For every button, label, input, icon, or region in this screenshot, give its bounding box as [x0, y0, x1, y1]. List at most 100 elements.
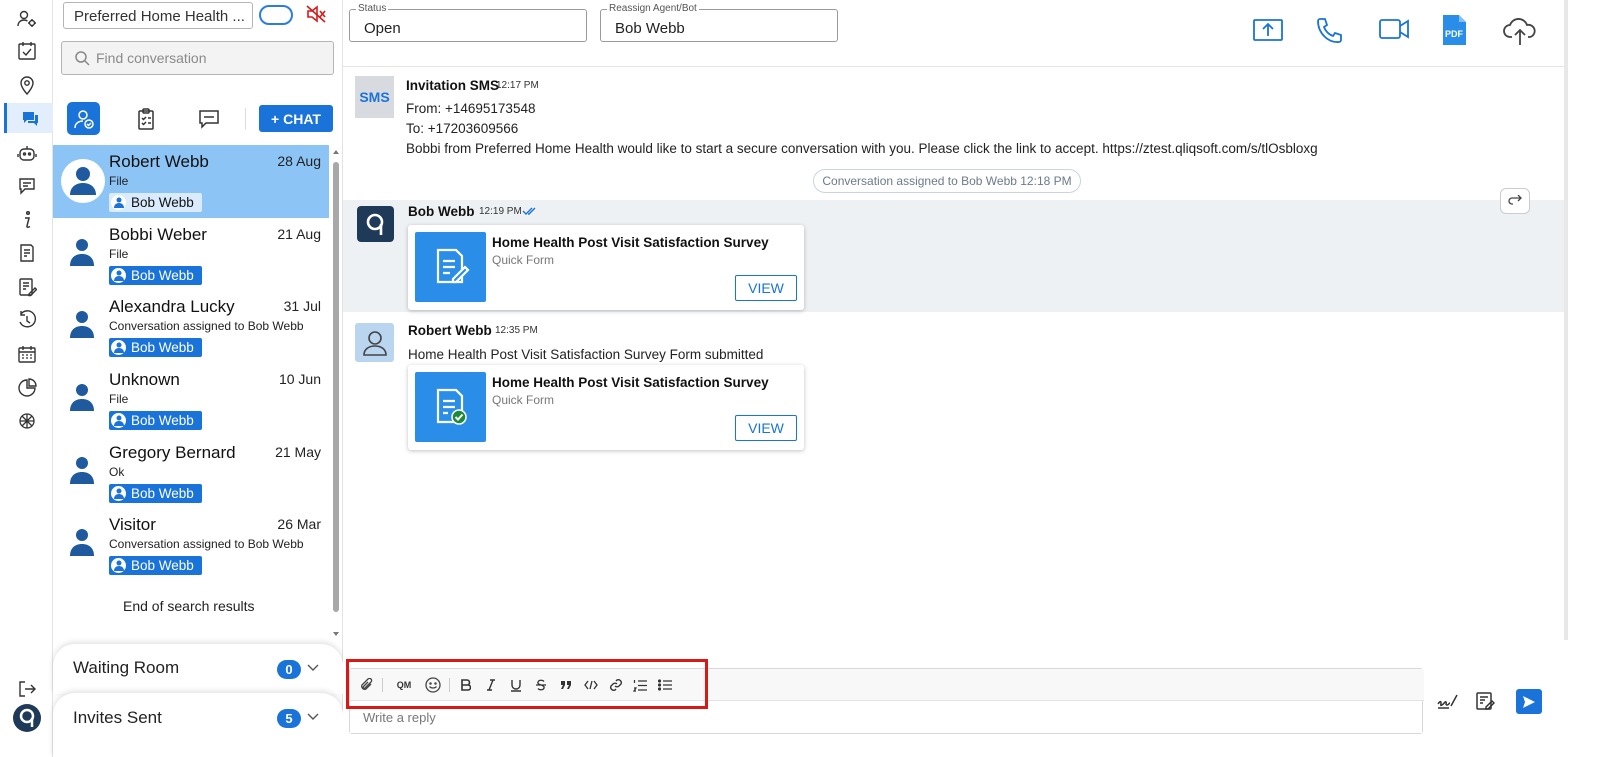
contact-name: Gregory Bernard [109, 442, 236, 462]
conversation-date: 21 Aug [277, 225, 321, 242]
video-call-icon[interactable] [1378, 16, 1410, 42]
phone-icon[interactable] [1315, 16, 1345, 46]
chevron-down-icon[interactable] [306, 663, 320, 673]
conversation-item[interactable]: Visitor 26 Mar Conversation assigned to … [53, 508, 329, 582]
info-icon[interactable] [14, 207, 40, 233]
read-receipt-icon [522, 206, 538, 216]
agent-icon [111, 195, 126, 210]
assigned-agent-tag: Bob Webb [109, 483, 202, 503]
contact-name: Unknown [109, 370, 180, 390]
strikethrough-icon[interactable] [531, 675, 551, 695]
reply-input[interactable] [350, 702, 1422, 733]
agent-avatar [357, 206, 394, 242]
contacts-settings-icon[interactable] [14, 6, 40, 32]
status-field[interactable]: Status Open [349, 3, 587, 42]
status-value: Open [364, 20, 401, 37]
form-card: Home Health Post Visit Satisfaction Surv… [408, 225, 804, 310]
pdf-icon[interactable]: PDF [1440, 14, 1468, 46]
agent-name: Bob Webb [131, 413, 194, 429]
location-icon[interactable] [14, 72, 40, 98]
numbered-list-icon[interactable] [630, 675, 650, 695]
sms-to: To: +17203609566 [406, 121, 519, 136]
reassign-legend: Reassign Agent/Bot [607, 3, 699, 14]
analytics-pie-icon[interactable] [14, 375, 40, 401]
conversation-date: 31 Jul [283, 298, 321, 315]
attach-icon[interactable] [356, 675, 376, 695]
calendar-icon[interactable] [14, 341, 40, 367]
bot-icon[interactable] [14, 140, 40, 166]
sms-from: From: +14695173548 [406, 101, 536, 116]
message-text: Home Health Post Visit Satisfaction Surv… [408, 347, 764, 362]
conversation-item[interactable]: Gregory Bernard 21 May Ok Bob Webb [53, 435, 329, 509]
chat-area: Status Open Reassign Agent/Bot Bob Webb … [343, 0, 1568, 757]
conversation-item[interactable]: Bobbi Weber 21 Aug File Bob Webb [53, 217, 329, 291]
form-title: Home Health Post Visit Satisfaction Surv… [492, 235, 769, 250]
notes-icon[interactable] [1475, 691, 1495, 711]
forward-icon[interactable] [1500, 188, 1530, 214]
pdf-label: PDF [1445, 29, 1464, 39]
contact-avatar [70, 238, 94, 266]
sms-body: Bobbi from Preferred Home Health would l… [406, 141, 1318, 156]
quote-icon[interactable] [556, 675, 576, 695]
sound-muted-icon[interactable] [305, 4, 327, 24]
form-title: Home Health Post Visit Satisfaction Surv… [492, 375, 769, 390]
form-card: Home Health Post Visit Satisfaction Surv… [408, 365, 804, 450]
tab-tasks[interactable] [129, 102, 162, 135]
conversation-date: 10 Jun [278, 371, 321, 388]
cloud-upload-icon[interactable] [1503, 15, 1537, 47]
conversation-preview: Conversation assigned to Bob Webb [109, 537, 304, 552]
contact-avatar [70, 528, 94, 557]
message-time: 12:17 PM [496, 80, 539, 91]
scroll-up-arrow-icon [333, 150, 339, 154]
tab-my-conversations[interactable] [67, 102, 100, 135]
conversation-item[interactable]: Robert Webb 28 Aug File Bob Webb [53, 145, 329, 218]
chat-icon[interactable] [4, 103, 53, 133]
thread-scrollbar[interactable] [1564, 0, 1568, 640]
upload-icon[interactable] [1253, 16, 1283, 44]
link-icon[interactable] [606, 675, 626, 695]
waiting-room-section[interactable]: Waiting Room 0 [53, 644, 343, 694]
bullet-list-icon[interactable] [655, 675, 675, 695]
view-form-button[interactable]: VIEW [735, 415, 797, 441]
conversation-date: 26 Mar [277, 516, 321, 533]
italic-icon[interactable] [481, 675, 501, 695]
code-icon[interactable] [581, 675, 601, 695]
history-icon[interactable] [14, 307, 40, 333]
conversation-item[interactable]: Unknown 10 Jun File Bob Webb [53, 363, 329, 436]
conversation-item[interactable]: Alexandra Lucky 31 Jul Conversation assi… [53, 290, 329, 364]
messages-icon[interactable] [14, 173, 40, 199]
new-chat-button[interactable]: + CHAT [259, 105, 333, 132]
conversation-scrollbar[interactable] [332, 148, 340, 638]
send-button[interactable] [1516, 689, 1542, 714]
search-input[interactable] [96, 50, 316, 66]
emoji-icon[interactable] [423, 675, 443, 695]
contact-avatar [70, 456, 94, 484]
assigned-agent-tag: Bob Webb [109, 556, 202, 576]
app-logo[interactable] [13, 704, 41, 732]
document-edit-icon[interactable] [14, 274, 40, 300]
contact-name: Robert Webb [109, 152, 209, 171]
scrollbar-thumb[interactable] [333, 162, 339, 612]
conversation-date: 28 Aug [277, 153, 321, 169]
tab-messages[interactable] [192, 102, 225, 135]
forms-icon[interactable] [14, 240, 40, 266]
signature-icon[interactable] [1437, 692, 1459, 710]
organization-selector[interactable]: Preferred Home Health ... [63, 2, 253, 29]
underline-icon[interactable] [506, 675, 526, 695]
bold-icon[interactable] [456, 675, 476, 695]
invites-sent-section[interactable]: Invites Sent 5 [53, 693, 343, 757]
tasks-icon[interactable] [14, 38, 40, 64]
conversation-search[interactable] [61, 41, 334, 75]
icon-rail [0, 0, 53, 757]
network-globe-icon[interactable] [14, 408, 40, 434]
contact-name: Visitor [109, 515, 156, 535]
logout-icon[interactable] [14, 676, 40, 702]
chevron-down-icon[interactable] [306, 712, 320, 722]
reassign-agent-field[interactable]: Reassign Agent/Bot Bob Webb [600, 3, 838, 42]
agent-icon [111, 485, 126, 501]
quick-message-button[interactable]: QM [390, 675, 418, 695]
conversation-date: 21 May [275, 443, 321, 460]
view-form-button[interactable]: VIEW [735, 275, 797, 301]
form-subtitle: Quick Form [492, 253, 555, 267]
availability-toggle[interactable] [259, 5, 293, 25]
